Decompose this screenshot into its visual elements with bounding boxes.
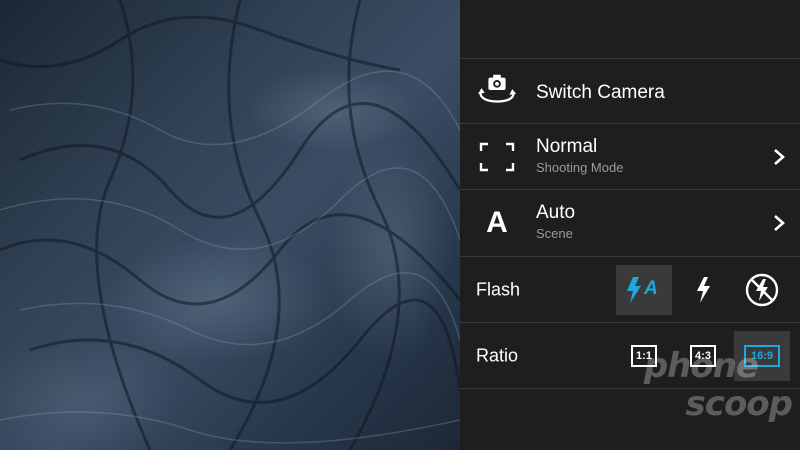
- shooting-mode-label: Shooting Mode: [536, 160, 624, 175]
- switch-camera-label: Switch Camera: [536, 82, 665, 103]
- flash-off-icon: [745, 273, 779, 306]
- chevron-right-icon: [774, 148, 785, 165]
- ratio-4-3-button[interactable]: 4:3: [675, 331, 731, 381]
- ratio-4-3-label: 4:3: [690, 344, 716, 367]
- viewfinder-landscape: [0, 0, 460, 450]
- flash-label: Flash: [476, 279, 521, 299]
- ratio-label: Ratio: [476, 345, 519, 365]
- shooting-mode-item[interactable]: Normal Shooting Mode: [460, 124, 800, 190]
- ratio-16-9-button[interactable]: 16:9: [734, 330, 790, 381]
- ratio-1-1-button[interactable]: 1:1: [616, 331, 672, 381]
- scene-value: Auto: [536, 202, 576, 223]
- flash-row: Flash A: [460, 257, 800, 323]
- flash-on-button[interactable]: [675, 265, 731, 315]
- ratio-1-1-label: 1:1: [631, 344, 657, 367]
- camera-viewfinder[interactable]: [0, 0, 460, 450]
- switch-camera-icon: [476, 70, 518, 112]
- chevron-right-icon: [774, 215, 785, 231]
- watermark-line2: scoop: [685, 384, 793, 424]
- ratio-row: Ratio 1:1 4:3 16:9: [460, 323, 800, 389]
- flash-off-button[interactable]: [734, 265, 790, 315]
- flash-auto-button[interactable]: A: [616, 264, 672, 315]
- shooting-mode-value: Normal: [536, 136, 598, 157]
- flash-on-icon: [697, 276, 710, 303]
- flash-auto-glyph: A: [644, 277, 658, 299]
- camera-settings-panel: Switch Camera Normal Shooting Mode A Aut…: [460, 0, 800, 450]
- scene-item[interactable]: A Auto Scene: [460, 190, 800, 257]
- frame-corners-icon: [476, 136, 518, 178]
- switch-camera-button[interactable]: Switch Camera: [460, 58, 800, 124]
- scene-icon-glyph: A: [486, 206, 508, 239]
- scene-auto-icon: A: [476, 202, 518, 244]
- ratio-16-9-label: 16:9: [743, 344, 781, 367]
- scene-label: Scene: [536, 226, 573, 241]
